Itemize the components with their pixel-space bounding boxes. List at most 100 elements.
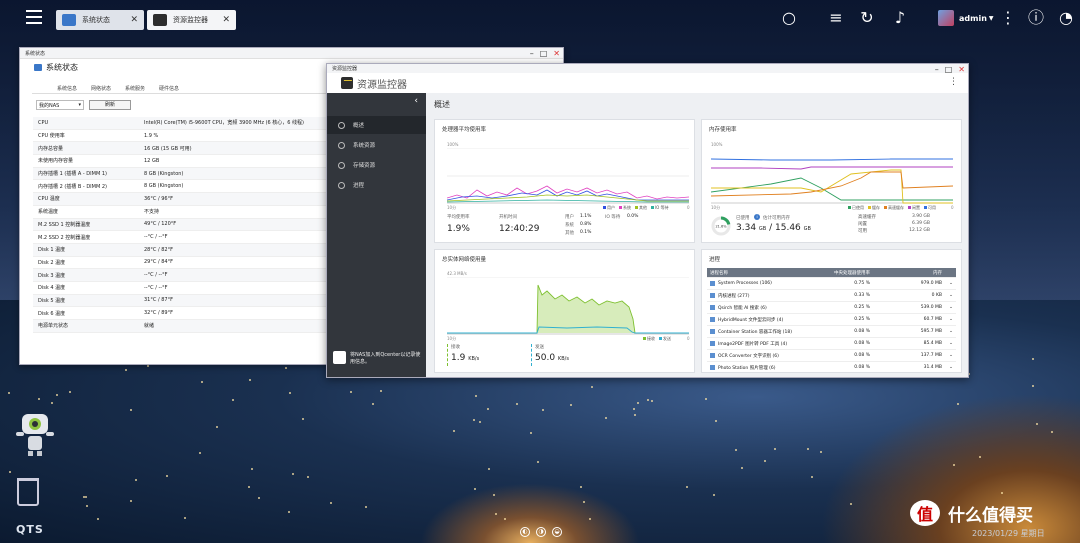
sidebar-item-overview[interactable]: 概述 — [327, 116, 426, 134]
axis-label: 42.3 MB/s — [447, 271, 467, 276]
promo-text: 将NAS加入到Qcenter以记录使用信息。 — [350, 352, 421, 365]
system-status-icon — [62, 14, 76, 26]
table-row[interactable]: HybridMount 文件型云同步 (4) 0.25 % 60.7 MB ⌄ — [707, 314, 956, 326]
process-table: 进程名称 中央处理器使用率 内存 System Processes (106) 0… — [707, 268, 956, 372]
window-titlebar[interactable]: 系统状态 — [20, 48, 563, 59]
close-icon[interactable]: ✕ — [553, 49, 560, 58]
row-value: 16 GB (15 GB 可用) — [144, 145, 192, 152]
process-name: OCR Converter 文字识别 (6) — [718, 353, 779, 359]
maximize-icon[interactable]: □ — [540, 49, 548, 58]
table-row: CPU 使用率 1.9 % — [33, 130, 331, 143]
more-icon[interactable]: ⋮ — [998, 8, 1018, 28]
chevron-down-icon[interactable]: ⌄ — [946, 305, 956, 310]
col-cpu[interactable]: 中央处理器使用率 — [816, 270, 876, 276]
search-icon[interactable]: ○ — [779, 8, 799, 28]
process-name: HybridMount 文件型云同步 (4) — [718, 317, 784, 323]
process-name: 内核进程 (277) — [718, 293, 750, 299]
app-icon — [710, 281, 715, 286]
process-cpu: 0.08 % — [854, 329, 870, 334]
table-header: 进程名称 中央处理器使用率 内存 — [707, 268, 956, 278]
app-icon — [710, 353, 715, 358]
table-row[interactable]: System Processes (106) 0.75 % 979.0 MB ⌄ — [707, 278, 956, 290]
sidebar-item-label: 系统资源 — [353, 143, 376, 149]
sidebar-item-storage-resources[interactable]: 存储资源 — [327, 156, 426, 174]
rx-label: 接收 — [451, 345, 460, 350]
process-cpu: 0.33 % — [854, 293, 870, 298]
panel-title: 总实体网络使用量 — [442, 257, 487, 263]
widget-icon[interactable]: ◐ — [520, 527, 530, 537]
network-panel: 总实体网络使用量 42.3 MB/s 10分 0 接收 发送 接收 1.9 KB… — [434, 249, 695, 373]
table-row[interactable]: Image2PDF 图片转 PDF 工具 (4) 0.08 % 85.4 MB ⌄ — [707, 338, 956, 350]
nas-select[interactable]: 我的NAS — [36, 100, 84, 110]
bell-icon[interactable]: ♪ — [890, 8, 910, 28]
tx-label: 发送 — [535, 345, 544, 350]
chevron-left-icon[interactable]: ‹ — [414, 96, 418, 106]
qcenter-promo[interactable]: 将NAS加入到Qcenter以记录使用信息。 — [333, 351, 421, 371]
tasks-icon[interactable]: ≡ — [826, 8, 846, 28]
list-item: 可用 12.12 GB — [858, 228, 930, 235]
window-titlebar[interactable]: 资源监控器 — [327, 64, 968, 73]
chevron-down-icon[interactable]: ⌄ — [946, 293, 956, 298]
table-row: 电源单元状态 就绪 — [33, 320, 331, 333]
taskbar-tab-system-status[interactable]: 系统状态 ✕ — [56, 10, 144, 30]
memory-detail-list: 高速缓存 3.90 GB 闲置 6.39 GB 可用 12.12 GB — [858, 214, 930, 235]
chevron-down-icon[interactable]: ⌄ — [946, 353, 956, 358]
sidebar-item-system-resources[interactable]: 系统资源 — [327, 136, 426, 154]
trash-icon[interactable] — [17, 478, 39, 506]
close-icon[interactable]: ✕ — [222, 15, 230, 25]
storage-icon — [338, 161, 345, 169]
col-process-name[interactable]: 进程名称 — [707, 270, 816, 276]
table-row: 系统温度 不支持 — [33, 206, 331, 219]
list-item: 闲置 6.39 GB — [858, 221, 930, 228]
widget-icon[interactable]: ◑ — [536, 527, 546, 537]
sidebar-item-processes[interactable]: 进程 — [327, 176, 426, 194]
app-icon — [710, 341, 715, 346]
taskbar-tab-resource-monitor[interactable]: 资源监控器 ✕ — [147, 10, 236, 30]
page-title: 系统状态 — [34, 62, 78, 73]
qts-logo: QTS — [16, 523, 44, 536]
main-menu-icon[interactable] — [26, 10, 42, 24]
process-name-cell: Qsirch 智能 AI 搜索 (6) — [707, 305, 816, 311]
memory-percent: 21.6% — [715, 225, 727, 229]
row-value: 不支持 — [144, 209, 160, 216]
row-value: --°C / --°F — [144, 284, 168, 291]
desktop-widgets: ◐ ◑ ◒ — [520, 527, 562, 537]
refresh-button[interactable]: 刷新 — [89, 100, 131, 110]
table-row[interactable]: OCR Converter 文字识别 (6) 0.08 % 137.7 MB ⌄ — [707, 350, 956, 362]
table-row[interactable]: Container Station 容器工作站 (18) 0.08 % 595.7 … — [707, 326, 956, 338]
robot-assistant-icon[interactable] — [14, 408, 56, 458]
col-memory[interactable]: 内存 — [876, 270, 946, 276]
overview-main: 概述 处理器平均使用率 100% 10分 0 用户 系统 其他 IO 等待 平均… — [426, 93, 968, 377]
chevron-down-icon[interactable]: ⌄ — [946, 365, 956, 370]
widget-icon[interactable]: ◒ — [552, 527, 562, 537]
minimize-icon[interactable]: – — [530, 49, 534, 58]
chart-icon — [338, 141, 345, 149]
used-label: 已使用 — [736, 216, 750, 221]
user-menu[interactable]: admin ▼ — [938, 10, 994, 26]
sync-icon[interactable]: ↻ — [857, 8, 877, 28]
tx-marker — [531, 344, 532, 366]
legend: 用户 系统 其他 IO 等待 — [603, 205, 669, 211]
row-value: --°C / --°F — [144, 234, 168, 241]
chevron-down-icon[interactable]: ⌄ — [946, 317, 956, 322]
info-icon[interactable]: i — [754, 214, 760, 220]
process-name: Image2PDF 图片转 PDF 工具 (4) — [718, 341, 788, 347]
info-icon[interactable]: ⓘ — [1026, 8, 1046, 28]
table-row[interactable]: 内核进程 (277) 0.33 % 0 KB ⌄ — [707, 290, 956, 302]
dashboard-icon[interactable]: ◔ — [1056, 8, 1076, 28]
table-row[interactable]: Photo Station 照片管理 (6) 0.08 % 31.4 MB ⌄ — [707, 362, 956, 372]
table-row[interactable]: Qsirch 智能 AI 搜索 (6) 0.25 % 539.0 MB ⌄ — [707, 302, 956, 314]
tx-value: 50.0 KB/s — [535, 353, 569, 363]
chevron-down-icon[interactable]: ⌄ — [946, 329, 956, 334]
row-value: --°C / --°F — [144, 272, 168, 279]
table-row: 内存总容量 16 GB (15 GB 可用) — [33, 142, 331, 156]
chevron-down-icon: ▼ — [988, 14, 994, 22]
process-memory: 31.4 MB — [923, 365, 942, 370]
chevron-down-icon[interactable]: ⌄ — [946, 341, 956, 346]
close-icon[interactable]: ✕ — [130, 15, 138, 25]
memory-donut: 21.6% — [711, 216, 731, 236]
chevron-down-icon[interactable]: ⌄ — [946, 281, 956, 286]
table-row: Disk 1 温度 28°C / 82°F — [33, 243, 331, 257]
process-name-cell: 内核进程 (277) — [707, 293, 816, 299]
more-icon[interactable]: ⋮ — [949, 77, 958, 87]
